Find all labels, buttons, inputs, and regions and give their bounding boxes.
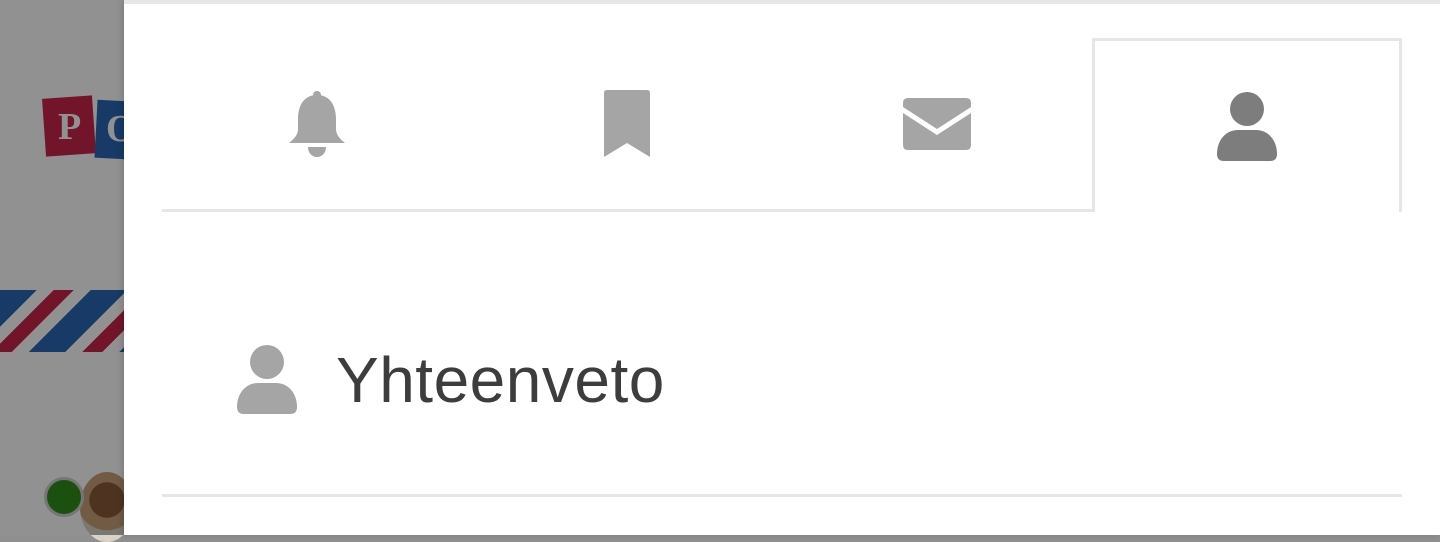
bell-icon (289, 90, 345, 157)
section-divider (162, 494, 1402, 497)
tab-profile[interactable] (1092, 38, 1402, 212)
tabs-baseline (162, 209, 1094, 212)
section-title: Yhteenveto (336, 344, 665, 416)
envelope-icon (903, 97, 971, 150)
user-icon (1217, 91, 1277, 161)
drawer-tabs (162, 38, 1402, 212)
bookmark-icon (604, 89, 650, 157)
section-header: Yhteenveto (236, 342, 665, 418)
tab-bookmarks[interactable] (472, 38, 782, 209)
user-drawer: Yhteenveto (124, 0, 1440, 535)
user-icon (237, 345, 297, 414)
tab-messages[interactable] (782, 38, 1092, 209)
tab-notifications[interactable] (162, 38, 472, 209)
